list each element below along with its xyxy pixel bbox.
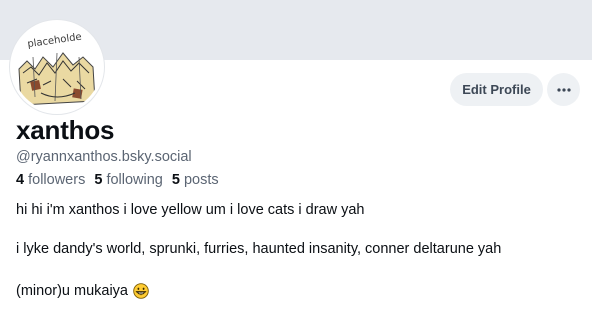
more-options-button[interactable] [547, 73, 580, 106]
profile-stats: 4 followers 5 following 5 posts [16, 172, 219, 188]
followers-label: followers [28, 172, 86, 188]
following-label: following [106, 172, 163, 188]
bio-line: hi hi i'm xanthos i love yellow um i lov… [16, 202, 365, 218]
grinning-face-emoji [133, 283, 149, 299]
avatar[interactable]: placeholde [10, 20, 104, 114]
posts-label: posts [183, 172, 219, 188]
followers-link[interactable]: 4 followers [16, 172, 85, 188]
bio-line: i lyke dandy's world, sprunki, furries, … [16, 241, 502, 257]
profile-handle: @ryannxanthos.bsky.social [16, 149, 192, 165]
followers-count: 4 [16, 172, 25, 188]
ellipsis-icon [556, 87, 571, 92]
bio-line: (minor)u mukaiya [16, 283, 149, 299]
edit-profile-button[interactable]: Edit Profile [450, 73, 543, 106]
avatar-drawing: placeholde [13, 23, 101, 111]
display-name: xanthos [16, 115, 115, 145]
bio-line-text: (minor)u mukaiya [16, 283, 128, 299]
following-count: 5 [94, 172, 103, 188]
posts-count: 5 [171, 172, 180, 188]
posts-stat: 5 posts [172, 172, 219, 188]
following-link[interactable]: 5 following [94, 172, 163, 188]
